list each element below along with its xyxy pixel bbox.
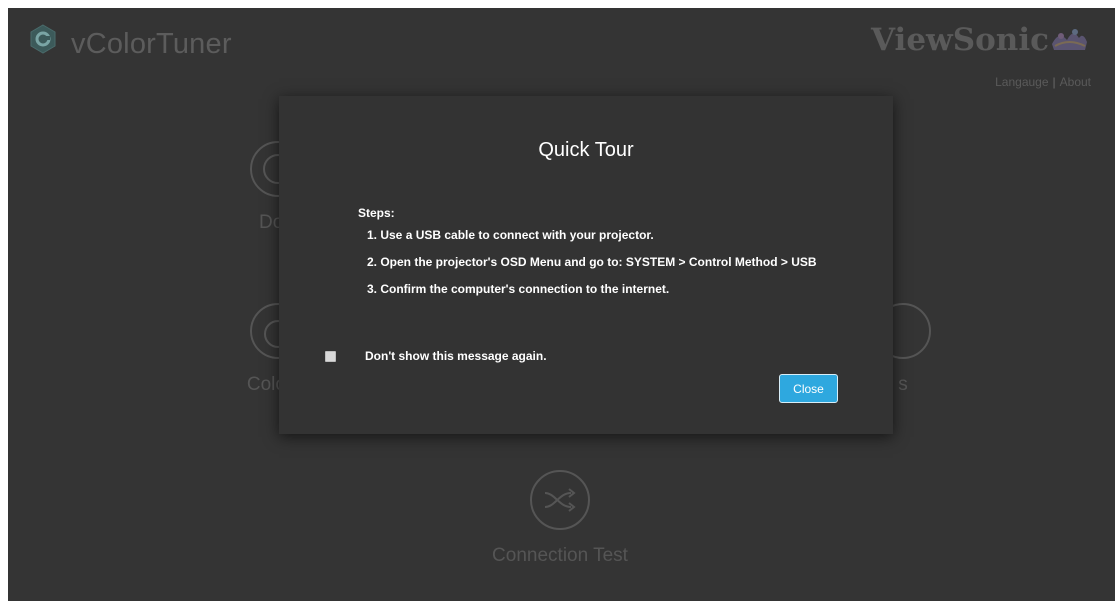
step-item: 3. Confirm the computer's connection to … xyxy=(367,282,670,296)
dont-show-again-checkbox[interactable] xyxy=(325,350,336,362)
steps-heading: Steps: xyxy=(358,206,395,220)
dont-show-again-row[interactable]: Don't show this message again. xyxy=(325,348,547,364)
step-item: 1. Use a USB cable to connect with your … xyxy=(367,228,654,242)
steps-list: 1. Use a USB cable to connect with your … xyxy=(367,227,867,308)
close-button[interactable]: Close xyxy=(779,374,838,403)
step-item: 2. Open the projector's OSD Menu and go … xyxy=(367,255,817,269)
dont-show-again-label[interactable]: Don't show this message again. xyxy=(365,349,547,363)
quick-tour-dialog: Quick Tour Steps: 1. Use a USB cable to … xyxy=(279,96,893,434)
dialog-title: Quick Tour xyxy=(538,139,634,161)
app-window: vColorTuner ViewSonic Langauge | About Dow… xyxy=(8,8,1115,601)
